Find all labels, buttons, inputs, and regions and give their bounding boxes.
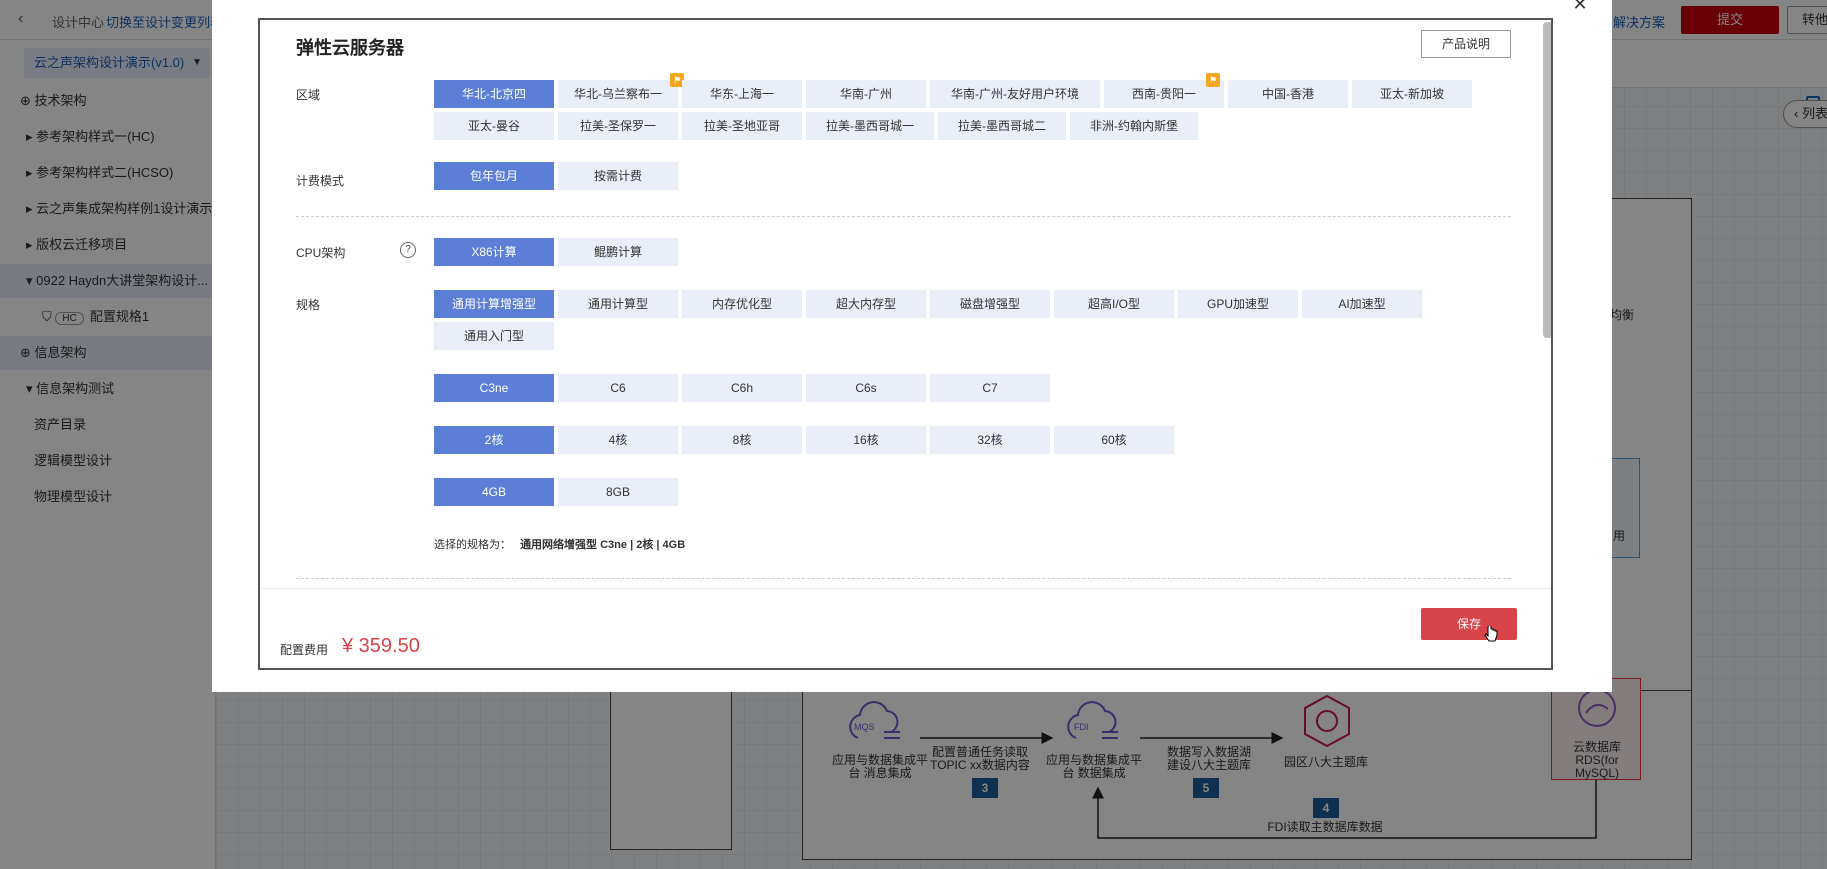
divider: [296, 216, 1511, 217]
close-icon[interactable]: ✕: [1568, 0, 1592, 18]
billing-option[interactable]: 按需计费: [558, 162, 678, 190]
spec-type-option[interactable]: 通用计算型: [558, 290, 678, 318]
panel-title: 弹性云服务器: [296, 38, 404, 58]
cores-option[interactable]: 2核: [434, 426, 554, 454]
series-option[interactable]: C6: [558, 374, 678, 402]
spec-label: 规格: [296, 298, 321, 312]
spec-type-option[interactable]: 内存优化型: [682, 290, 802, 318]
save-button[interactable]: 保存: [1421, 608, 1517, 640]
selected-spec-summary: 选择的规格为： 通用网络增强型 C3ne | 2核 | 4GB: [434, 536, 685, 552]
region-option[interactable]: 华南-广州: [806, 80, 926, 108]
spec-type-option[interactable]: GPU加速型: [1178, 290, 1298, 318]
region-option[interactable]: 拉美-墨西哥城二: [938, 112, 1066, 140]
fee-label: 配置费用: [280, 643, 329, 657]
ecs-config-panel: 弹性云服务器 产品说明 区域 华北-北京四 华北-乌兰察布一 ⚑ 华东-上海一 …: [258, 18, 1553, 670]
selected-spec-value: 通用网络增强型 C3ne | 2核 | 4GB: [520, 539, 686, 551]
cores-option[interactable]: 60核: [1054, 426, 1174, 454]
region-option[interactable]: 拉美-墨西哥城一: [806, 112, 934, 140]
cores-option[interactable]: 4核: [558, 426, 678, 454]
region-option[interactable]: 拉美-圣保罗一: [558, 112, 678, 140]
spec-type-option[interactable]: 超高I/O型: [1054, 290, 1174, 318]
billing-label: 计费模式: [296, 174, 345, 188]
panel-footer: 配置费用 ¥ 359.50: [260, 588, 1551, 668]
cores-option[interactable]: 16核: [806, 426, 926, 454]
save-label: 保存: [1456, 617, 1481, 631]
region-option[interactable]: 非洲-约翰内斯堡: [1070, 112, 1198, 140]
spec-type-option[interactable]: 通用计算增强型: [434, 290, 554, 318]
series-option[interactable]: C3ne: [434, 374, 554, 402]
region-option[interactable]: 华东-上海一: [682, 80, 802, 108]
cpu-label: CPU架构: [296, 246, 346, 260]
region-option[interactable]: 中国-香港: [1228, 80, 1348, 108]
region-label: 区域: [296, 88, 321, 102]
memory-option[interactable]: 8GB: [558, 478, 678, 506]
product-description-button[interactable]: 产品说明: [1421, 30, 1511, 58]
gift-icon: ⚑: [1206, 73, 1220, 87]
region-option[interactable]: 华北-北京四: [434, 80, 554, 108]
spec-type-option[interactable]: 磁盘增强型: [930, 290, 1050, 318]
cpu-option[interactable]: 鲲鹏计算: [558, 238, 678, 266]
cores-option[interactable]: 8核: [682, 426, 802, 454]
region-option[interactable]: 华南-广州-友好用户环境: [930, 80, 1100, 108]
spec-type-option[interactable]: 超大内存型: [806, 290, 926, 318]
scrollbar[interactable]: [1543, 22, 1551, 338]
region-option[interactable]: 华北-乌兰察布一: [558, 80, 678, 108]
help-icon[interactable]: ?: [400, 242, 416, 258]
series-option[interactable]: C6h: [682, 374, 802, 402]
billing-option[interactable]: 包年包月: [434, 162, 554, 190]
selected-spec-label: 选择的规格为：: [434, 539, 511, 551]
memory-option[interactable]: 4GB: [434, 478, 554, 506]
spec-type-option[interactable]: 通用入门型: [434, 322, 554, 350]
fee-value: ¥ 359.50: [342, 635, 420, 657]
region-option[interactable]: 亚太-新加坡: [1352, 80, 1472, 108]
spec-type-option[interactable]: AI加速型: [1302, 290, 1422, 318]
series-option[interactable]: C6s: [806, 374, 926, 402]
region-option[interactable]: 拉美-圣地亚哥: [682, 112, 802, 140]
series-option[interactable]: C7: [930, 374, 1050, 402]
cpu-option[interactable]: X86计算: [434, 238, 554, 266]
region-option[interactable]: 亚太-曼谷: [434, 112, 554, 140]
divider: [296, 578, 1511, 579]
hand-cursor-icon: [1484, 620, 1498, 644]
cores-option[interactable]: 32核: [930, 426, 1050, 454]
